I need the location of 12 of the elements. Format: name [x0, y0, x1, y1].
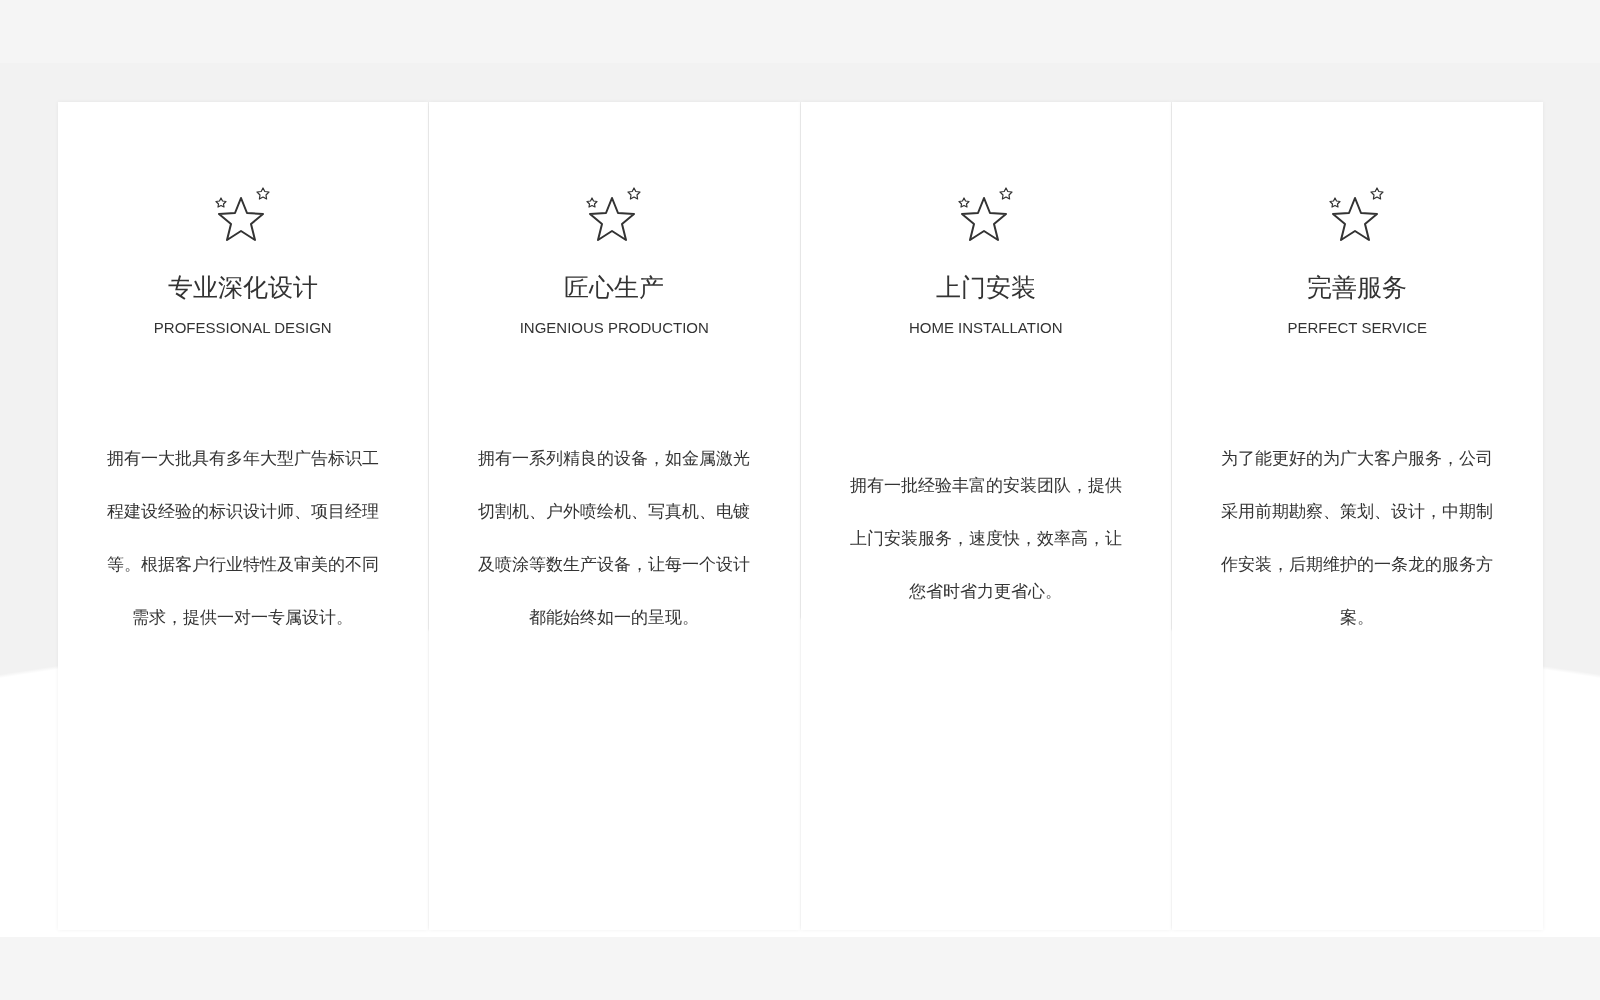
feature-title: 专业深化设计: [167, 272, 318, 303]
feature-subtitle: HOME INSTALLATION: [908, 318, 1063, 338]
feature-title: 匠心生产: [564, 272, 665, 303]
feature-subtitle: PROFESSIONAL DESIGN: [153, 318, 332, 338]
feature-title: 完善服务: [1307, 272, 1408, 303]
feature-subtitle: INGENIOUS PRODUCTION: [519, 318, 709, 338]
feature-title: 上门安装: [935, 272, 1036, 303]
feature-description: 拥有一大批具有多年大型广告标识工程建设经验的标识设计师、项目经理等。根据客户行业特性及审美的不同需求，提供一对一专属设计。: [105, 448, 380, 628]
feature-subtitle: PERFECT SERVICE: [1287, 318, 1427, 338]
feature-description: 拥有一系列精良的设备，如金属激光切割机、户外喷绘机、写真机、电镀及喷涂等数生产设备，让每一个设计都能始终如一的呈现。: [477, 448, 752, 628]
feature-description: 拥有一批经验丰富的安装团队，提供上门安装服务，速度快，效率高，让您省时省力更省心。: [848, 474, 1123, 602]
feature-description: 为了能更好的为广大客户服务，公司采用前期勘察、策划、设计，中期制作安装，后期维护的一条龙的服务方案。: [1220, 448, 1495, 628]
